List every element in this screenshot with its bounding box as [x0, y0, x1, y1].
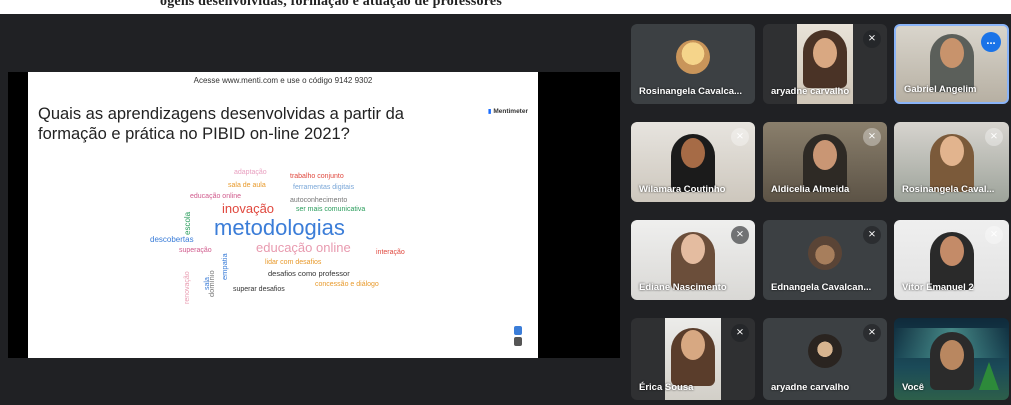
participant-tile[interactable]: ⨯ aryadne carvalho	[763, 24, 887, 104]
mic-off-icon: ⨯	[863, 128, 881, 146]
participant-tile[interactable]: ⨯ Rosinangela Caval...	[894, 122, 1009, 202]
participant-tile[interactable]: ⨯ aryadne carvalho	[763, 318, 887, 400]
participant-tile[interactable]: ⨯ Wilamara Coutinho	[631, 122, 755, 202]
document-caption-strip: ogens desenvolvidas, formação e atuação …	[0, 0, 1011, 14]
mic-off-icon: ⨯	[731, 128, 749, 146]
word-superacao: superação	[179, 247, 212, 254]
word-lidar-com-desafios: lidar com desafios	[265, 259, 322, 266]
participant-name: Rosinangela Caval...	[902, 184, 995, 195]
participant-name: Aldicelia Almeida	[771, 184, 850, 195]
tree-decoration	[979, 362, 999, 390]
participant-tile[interactable]: ⨯ Ediane Nascimento	[631, 220, 755, 300]
participant-face	[939, 340, 964, 370]
participant-tile[interactable]: Você	[894, 318, 1009, 400]
participant-face	[939, 38, 964, 68]
word-ser-mais-comunicativa: ser mais comunicativa	[296, 206, 366, 213]
mic-off-icon: ⨯	[863, 226, 881, 244]
word-educacao-online-small: educação online	[190, 193, 241, 200]
participant-name: Ednangela Cavalcan...	[771, 282, 872, 293]
slide-side-icons	[514, 324, 524, 348]
participant-name: Wilamara Coutinho	[639, 184, 726, 195]
word-adaptacao: adaptação	[234, 169, 267, 176]
word-interacao: interação	[376, 249, 405, 256]
participant-tile[interactable]: ⨯ Aldicelia Almeida	[763, 122, 887, 202]
slide-access-hint: Acesse www.menti.com e use o código 9142…	[193, 76, 373, 85]
word-sala-de-aula: sala de aula	[228, 182, 266, 189]
word-superar-desafios: superar desafios	[233, 286, 285, 293]
participant-name: Você	[902, 382, 925, 393]
mic-off-icon: ⨯	[863, 324, 881, 342]
word-empatia: empatia	[220, 253, 229, 280]
more-options-icon[interactable]: ...	[981, 32, 1001, 52]
word-ferramentas-digitais: ferramentas digitais	[293, 184, 355, 191]
word-autoconhecimento: autoconhecimento	[290, 197, 348, 204]
mic-off-icon: ⨯	[985, 226, 1003, 244]
participant-tile[interactable]: ⨯ Érica Sousa	[631, 318, 755, 400]
participant-tile[interactable]: ⨯ Ednangela Cavalcan...	[763, 220, 887, 300]
participant-face	[939, 136, 964, 166]
word-descobertas: descobertas	[150, 235, 194, 244]
participant-tile[interactable]: ... Gabriel Angelim	[894, 24, 1009, 104]
participant-tile[interactable]: ⨯ Vitor Emanuel 2	[894, 220, 1009, 300]
slide-person-icon	[514, 337, 522, 346]
word-metodologias: metodologias	[214, 215, 345, 240]
slide-question: Quais as aprendizagens desenvolvidas a p…	[38, 105, 404, 143]
word-trabalho-conjunto: trabalho conjunto	[290, 173, 344, 180]
participant-name: Gabriel Angelim	[904, 84, 977, 95]
word-concessao-e-dialogo: concessão e diálogo	[315, 281, 379, 288]
mic-off-icon: ⨯	[985, 128, 1003, 146]
participant-face	[939, 236, 964, 266]
participant-avatar	[808, 236, 842, 270]
participant-face	[681, 330, 705, 360]
participant-face	[813, 38, 837, 68]
participant-avatar	[676, 40, 710, 74]
mentimeter-logo: Mentimeter	[488, 108, 528, 115]
document-caption: ogens desenvolvidas, formação e atuação …	[160, 0, 502, 9]
word-desafios-como-professor: desafios como professor	[268, 269, 350, 278]
word-dominio: domínio	[207, 270, 216, 297]
participant-name: aryadne carvalho	[771, 86, 850, 97]
participant-avatar	[808, 334, 842, 368]
word-renovacao: renovação	[184, 271, 191, 304]
participant-name: Ediane Nascimento	[639, 282, 727, 293]
slide-comment-icon	[514, 326, 522, 335]
word-inovacao: inovação	[222, 201, 275, 216]
mic-off-icon: ⨯	[731, 226, 749, 244]
participant-face	[681, 234, 705, 264]
presentation-slide: Acesse www.menti.com e use o código 9142…	[28, 72, 538, 358]
word-educacao-online-big: educação online	[256, 240, 351, 255]
participant-tile[interactable]: Rosinangela Cavalca...	[631, 24, 755, 104]
mic-off-icon: ⨯	[863, 30, 881, 48]
participant-face	[813, 140, 837, 170]
mic-off-icon: ⨯	[731, 324, 749, 342]
participant-name: Rosinangela Cavalca...	[639, 86, 742, 97]
word-escola: escola	[183, 211, 192, 235]
participant-name: Érica Sousa	[639, 382, 694, 393]
participant-name: Vitor Emanuel 2	[902, 282, 974, 293]
participant-name: aryadne carvalho	[771, 382, 850, 393]
participant-face	[681, 138, 705, 168]
